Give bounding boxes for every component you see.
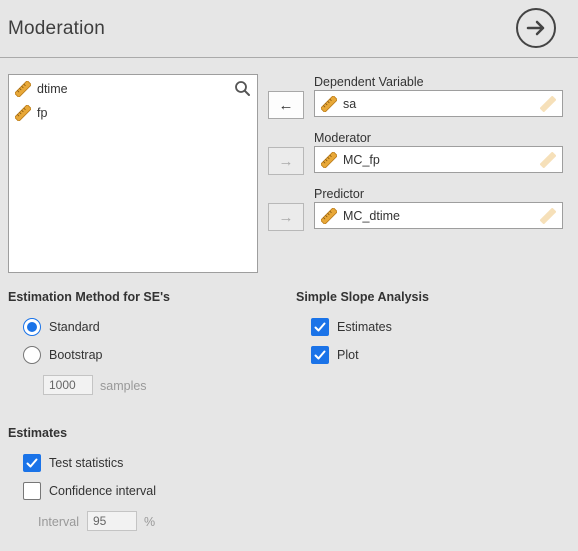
ruler-icon [540, 207, 556, 224]
predictor-field[interactable]: MC_dtime [314, 202, 563, 229]
plot-label: Plot [337, 348, 359, 362]
estimation-method-heading: Estimation Method for SE's [8, 290, 171, 304]
confidence-interval-label: Confidence interval [49, 484, 157, 498]
predictor-label: Predictor [314, 187, 365, 201]
page-title: Moderation [8, 18, 106, 39]
moderator-field[interactable]: MC_fp [314, 146, 563, 173]
run-analysis-button[interactable] [516, 8, 556, 48]
move-dependent-button[interactable]: ← [268, 91, 304, 119]
estimates-heading: Estimates [8, 426, 68, 440]
variable-label: fp [37, 106, 48, 120]
variable-list[interactable]: dtime fp [8, 74, 258, 273]
interval-input[interactable]: 95 [87, 511, 137, 531]
variable-label: dtime [37, 82, 68, 96]
checkmark-icon [314, 350, 326, 360]
samples-input[interactable]: 1000 [43, 375, 93, 395]
checkbox-indicator[interactable] [311, 318, 329, 336]
predictor-value: MC_dtime [343, 208, 400, 223]
radio-indicator[interactable] [23, 318, 41, 336]
ruler-icon [321, 95, 337, 112]
simple-slope-plot-checkbox[interactable]: Plot [311, 346, 359, 364]
confidence-interval-checkbox[interactable]: Confidence interval [23, 482, 156, 500]
bootstrap-label: Bootstrap [49, 348, 103, 362]
ruler-icon [321, 207, 337, 224]
arrow-right-icon: → [278, 208, 294, 226]
checkbox-indicator[interactable] [311, 346, 329, 364]
ruler-icon [540, 151, 556, 168]
list-item[interactable]: dtime [15, 79, 68, 99]
header-divider [0, 57, 578, 58]
checkbox-indicator[interactable] [23, 482, 41, 500]
ruler-icon [15, 105, 31, 121]
checkbox-indicator[interactable] [23, 454, 41, 472]
search-icon[interactable] [234, 80, 251, 97]
standard-radio[interactable]: Standard [23, 318, 100, 336]
move-predictor-button[interactable]: → [268, 203, 304, 231]
ruler-icon [15, 81, 31, 97]
test-statistics-label: Test statistics [49, 456, 124, 470]
estimates-label: Estimates [337, 320, 392, 334]
checkmark-icon [314, 322, 326, 332]
interval-unit: % [144, 515, 156, 529]
test-statistics-checkbox[interactable]: Test statistics [23, 454, 123, 472]
moderator-label: Moderator [314, 131, 371, 145]
dependent-variable-value: sa [343, 96, 357, 111]
list-item[interactable]: fp [15, 103, 47, 123]
arrow-right-icon: → [278, 152, 294, 170]
checkmark-icon [26, 458, 38, 468]
radio-indicator[interactable] [23, 346, 41, 364]
ruler-icon [540, 95, 556, 112]
arrow-right-circle-icon [526, 20, 545, 36]
simple-slope-heading: Simple Slope Analysis [296, 290, 429, 304]
interval-label: Interval [38, 515, 79, 529]
standard-label: Standard [49, 320, 100, 334]
moderator-value: MC_fp [343, 152, 380, 167]
arrow-left-icon: ← [278, 96, 294, 114]
dependent-variable-field[interactable]: sa [314, 90, 563, 117]
simple-slope-estimates-checkbox[interactable]: Estimates [311, 318, 392, 336]
move-moderator-button[interactable]: → [268, 147, 304, 175]
bootstrap-radio[interactable]: Bootstrap [23, 346, 103, 364]
samples-label: samples [100, 379, 147, 393]
ruler-icon [321, 151, 337, 168]
dependent-variable-label: Dependent Variable [314, 75, 424, 89]
